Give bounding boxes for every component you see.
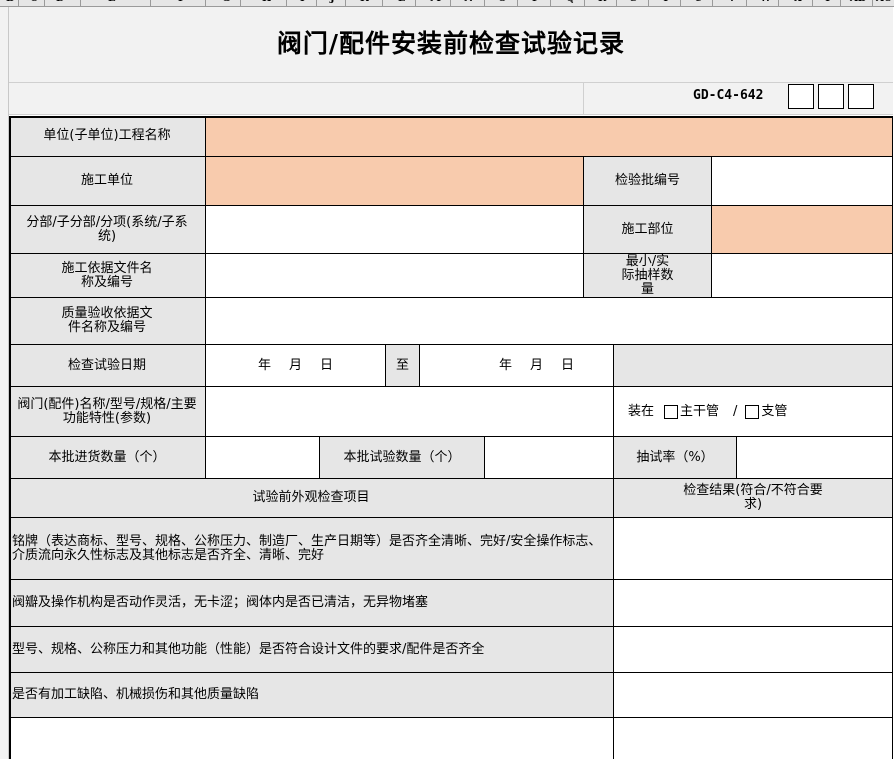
end-year-label: 年 bbox=[498, 357, 512, 373]
construction-part-field[interactable] bbox=[712, 206, 893, 254]
label-install-at: 装在 bbox=[628, 403, 655, 419]
check-item-nameplate: 铭牌（表达商标、型号、规格、公称压力、制造厂、生产日期等）是否齐全清晰、完好/安… bbox=[9, 518, 614, 580]
construction-basis-field[interactable] bbox=[206, 254, 584, 298]
construction-unit-field[interactable] bbox=[206, 157, 584, 206]
form-code-box-1[interactable] bbox=[788, 84, 814, 109]
label-batch-test-qty: 本批试验数量（个） bbox=[320, 437, 485, 479]
label-construction-part: 施工部位 bbox=[584, 206, 712, 254]
form-code-box-2[interactable] bbox=[818, 84, 844, 109]
sampling-rate-field[interactable] bbox=[737, 437, 893, 479]
min-actual-sample-field[interactable] bbox=[712, 254, 893, 298]
check-item-model-spec: 型号、规格、公称压力和其他功能（性能）是否符合设计文件的要求/配件是否齐全 bbox=[9, 627, 614, 673]
label-date-to: 至 bbox=[386, 345, 420, 387]
label-division: 分部/子分部/分项(系统/子系统) bbox=[9, 206, 206, 254]
start-month-label: 月 bbox=[288, 357, 302, 373]
label-sampling-rate: 抽试率（%） bbox=[614, 437, 737, 479]
end-month-label: 月 bbox=[529, 357, 543, 373]
end-day-label: 日 bbox=[561, 357, 575, 373]
date-row-blank bbox=[614, 345, 893, 387]
start-year-label: 年 bbox=[257, 357, 271, 373]
result-valve-disc-field[interactable] bbox=[614, 580, 893, 627]
spreadsheet-column-header: B C D E F G H I J K L M N O P Q R S T U … bbox=[0, 0, 894, 7]
label-quality-basis: 质量验收依据文件名称及编号 bbox=[9, 298, 206, 345]
batch-test-qty-field[interactable] bbox=[485, 437, 614, 479]
main-pipe-checkbox[interactable] bbox=[664, 404, 679, 419]
label-valve-name-spec: 阀门(配件)名称/型号/规格/主要功能特性(参数) bbox=[9, 387, 206, 437]
result-model-spec-field[interactable] bbox=[614, 627, 893, 673]
label-construction-unit: 施工单位 bbox=[9, 157, 206, 206]
batch-incoming-qty-field[interactable] bbox=[206, 437, 320, 479]
slash-separator: / bbox=[733, 403, 738, 419]
valve-name-spec-field[interactable] bbox=[206, 387, 614, 437]
label-test-date: 检查试验日期 bbox=[9, 345, 206, 387]
label-branch-pipe: 支管 bbox=[761, 403, 788, 419]
branch-pipe-checkbox[interactable] bbox=[745, 404, 760, 419]
check-item-defects: 是否有加工缺陷、机械损伤和其他质量缺陷 bbox=[9, 673, 614, 718]
label-construction-basis: 施工依据文件名称及编号 bbox=[9, 254, 206, 298]
result-nameplate-field[interactable] bbox=[614, 518, 893, 580]
start-day-label: 日 bbox=[320, 357, 334, 373]
form-code-box-3[interactable] bbox=[848, 84, 874, 109]
label-main-pipe: 主干管 bbox=[680, 403, 720, 419]
label-unit-project-name: 单位(子单位)工程名称 bbox=[9, 116, 206, 157]
result-defects-field[interactable] bbox=[614, 673, 893, 718]
test-date-start[interactable]: 年 月 日 bbox=[206, 345, 386, 387]
quality-basis-field[interactable] bbox=[206, 298, 893, 345]
check-item-blank[interactable] bbox=[9, 718, 614, 759]
result-blank-field[interactable] bbox=[614, 718, 893, 759]
label-appearance-items: 试验前外观检查项目 bbox=[9, 479, 614, 518]
label-min-actual-sample: 最小/实际抽样数量 bbox=[584, 254, 712, 298]
label-batch-incoming-qty: 本批进货数量（个） bbox=[9, 437, 206, 479]
page-title: 阀门/配件安装前检查试验记录 bbox=[276, 29, 626, 58]
form-code: GD-C4-642 bbox=[693, 88, 764, 103]
install-location: 装在 主干管 / 支管 bbox=[614, 387, 893, 437]
division-field[interactable] bbox=[206, 206, 584, 254]
label-inspection-batch-no: 检验批编号 bbox=[584, 157, 712, 206]
inspection-batch-no-field[interactable] bbox=[712, 157, 893, 206]
label-inspection-result: 检查结果(符合/不符合要求) bbox=[614, 479, 893, 518]
check-item-valve-disc: 阀瓣及操作机构是否动作灵活，无卡涩；阀体内是否已清洁，无异物堵塞 bbox=[9, 580, 614, 627]
unit-project-name-field[interactable] bbox=[206, 116, 893, 157]
spreadsheet-row-header bbox=[0, 7, 9, 759]
test-date-end[interactable]: 年 月 日 bbox=[420, 345, 614, 387]
